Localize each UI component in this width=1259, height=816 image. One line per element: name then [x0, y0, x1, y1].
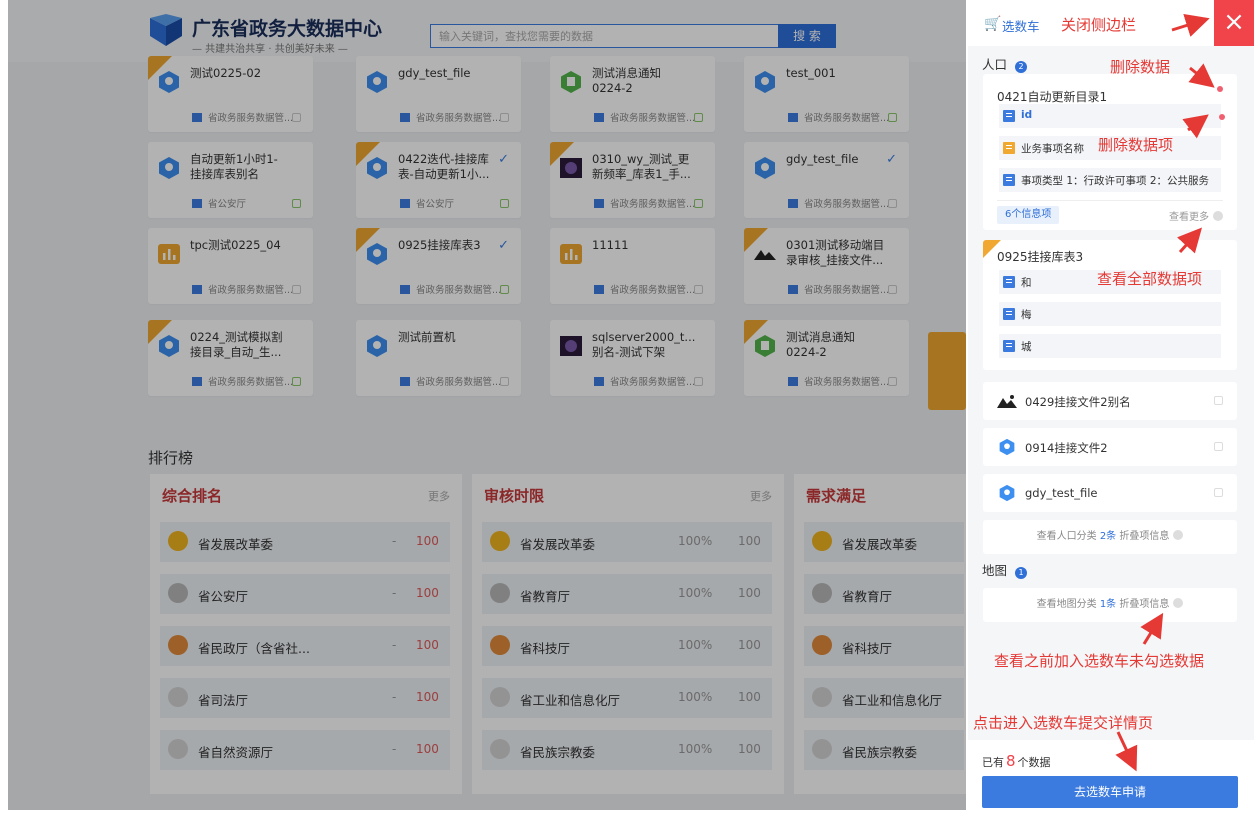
arrow-view-all	[1177, 227, 1203, 254]
arrow-view-unchecked	[1140, 612, 1164, 645]
annotation-arrows	[1115, 13, 1215, 772]
arrow-enter-detail	[1115, 731, 1138, 772]
arrow-close	[1171, 13, 1210, 37]
arrow-delete-item	[1182, 114, 1209, 139]
arrow-delete-data	[1188, 63, 1215, 88]
